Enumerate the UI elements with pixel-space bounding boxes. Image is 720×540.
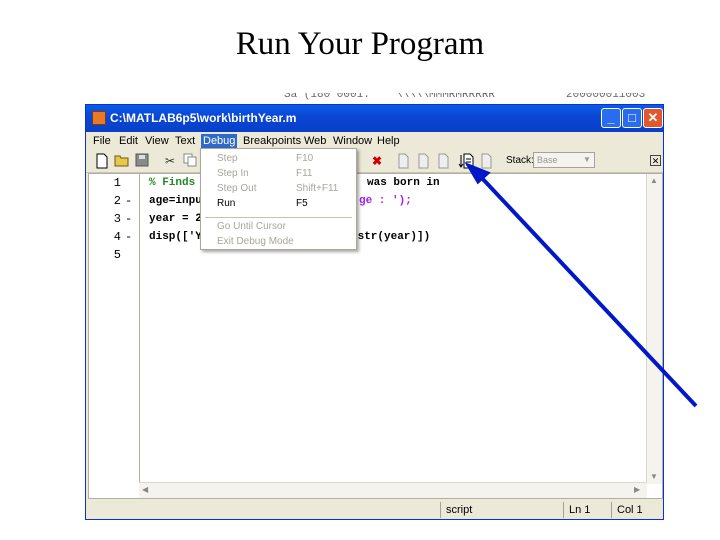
code-line-4-end: 2str(year)]) (351, 231, 431, 243)
toolbar: ✂ ✖ Stack: Base ▼ ✕ (86, 150, 663, 173)
background-text: \\\\\MMMRMRRRRR (396, 93, 496, 101)
new-file-icon[interactable] (94, 153, 110, 169)
menu-item-shortcut: F10 (296, 153, 314, 164)
debug-menu-run[interactable]: Run F5 (201, 196, 356, 211)
debug-menu-step[interactable]: Step F10 (201, 151, 356, 166)
background-text: Så (180 0001: (284, 93, 370, 101)
chevron-down-icon: ▼ (583, 155, 591, 164)
line-marker[interactable]: - (125, 194, 132, 208)
window-title: C:\MATLAB6p5\work\birthYear.m (110, 111, 297, 125)
menu-help[interactable]: Help (375, 134, 402, 149)
menu-window[interactable]: Window (331, 134, 374, 149)
editor-window: C:\MATLAB6p5\work\birthYear.m _ □ ✕ File… (85, 104, 664, 520)
background-text: 200000011003 (566, 93, 646, 101)
vertical-scrollbar[interactable]: ▲ ▼ (646, 174, 662, 484)
matlab-icon (92, 111, 106, 125)
scroll-left-icon[interactable]: ◀ (142, 485, 148, 494)
menu-breakpoints[interactable]: Breakpoints (241, 134, 303, 149)
debug-menu-exit-debug-mode[interactable]: Exit Debug Mode (201, 234, 356, 249)
scroll-right-icon[interactable]: ▶ (634, 485, 640, 494)
menu-separator (205, 217, 352, 218)
stack-value: Base (537, 155, 558, 165)
code-editor[interactable]: 1 2 - 3 - 4 - 5 % Finds was born in age=… (88, 173, 663, 499)
close-document-icon[interactable]: ✕ (650, 155, 661, 166)
line-gutter: 1 2 - 3 - 4 - 5 (89, 174, 140, 484)
menu-item-label: Step Out (217, 183, 257, 194)
stack-label: Stack: (506, 155, 534, 166)
code-line-1-end: was born in (367, 177, 440, 189)
step-out-icon[interactable] (435, 153, 451, 169)
code-line-3-start: year = 2 (149, 213, 202, 225)
maximize-button[interactable]: □ (622, 108, 642, 128)
close-button[interactable]: ✕ (643, 108, 663, 128)
code-line-2-start: age=inpu (149, 195, 202, 207)
code-line-4-start: disp(['Y (149, 231, 202, 243)
menu-item-label: Step In (217, 168, 249, 179)
stack-select[interactable]: Base ▼ (533, 152, 595, 168)
line-number: 2 (113, 194, 121, 208)
menu-bar: File Edit View Text Debug Breakpoints We… (86, 132, 663, 150)
status-line: Ln 1 (563, 502, 611, 518)
menu-view[interactable]: View (143, 134, 171, 149)
line-number: 4 (113, 230, 121, 244)
copy-icon[interactable] (182, 153, 198, 169)
save-icon[interactable] (134, 153, 150, 169)
status-column: Col 1 (611, 502, 663, 518)
title-bar[interactable]: C:\MATLAB6p5\work\birthYear.m _ □ ✕ (86, 105, 663, 132)
debug-menu-go-until-cursor[interactable]: Go Until Cursor (201, 219, 356, 234)
line-number: 1 (113, 176, 121, 190)
exit-debug-icon[interactable] (478, 153, 494, 169)
line-number: 3 (113, 212, 121, 226)
open-folder-icon[interactable] (114, 153, 130, 169)
step-in-icon[interactable] (415, 153, 431, 169)
debug-menu-dropdown: Step F10 Step In F11 Step Out Shift+F11 … (200, 148, 357, 250)
menu-file[interactable]: File (91, 134, 113, 149)
run-icon[interactable] (458, 153, 474, 169)
scroll-up-icon[interactable]: ▲ (650, 176, 658, 185)
line-marker[interactable]: - (125, 212, 132, 226)
minimize-button[interactable]: _ (601, 108, 621, 128)
line-number: 5 (113, 248, 121, 262)
horizontal-scrollbar[interactable]: ◀ ▶ (139, 482, 647, 498)
slide-title: Run Your Program (235, 26, 485, 62)
menu-item-label: Exit Debug Mode (217, 236, 294, 247)
menu-debug[interactable]: Debug (201, 134, 238, 149)
menu-item-shortcut: F5 (296, 198, 308, 209)
menu-item-shortcut: Shift+F11 (296, 183, 339, 194)
code-line-1-start: % Finds (149, 177, 196, 189)
status-mode: script (440, 502, 563, 518)
menu-item-shortcut: F11 (296, 168, 313, 179)
menu-text[interactable]: Text (173, 134, 197, 149)
menu-item-label: Go Until Cursor (217, 221, 286, 232)
line-marker[interactable]: - (125, 230, 132, 244)
scroll-down-icon[interactable]: ▼ (650, 472, 658, 481)
debug-menu-step-out[interactable]: Step Out Shift+F11 (201, 181, 356, 196)
menu-item-label: Run (217, 198, 236, 209)
menu-item-label: Step (217, 153, 238, 164)
code-line-2-end: ge : '); (359, 195, 412, 207)
menu-web[interactable]: Web (302, 134, 328, 149)
status-bar: script Ln 1 Col 1 (86, 501, 663, 519)
step-icon[interactable] (395, 153, 411, 169)
menu-edit[interactable]: Edit (117, 134, 140, 149)
cut-icon[interactable]: ✂ (162, 153, 178, 169)
debug-menu-step-in[interactable]: Step In F11 (201, 166, 356, 181)
clear-breakpoint-icon[interactable]: ✖ (369, 153, 385, 169)
